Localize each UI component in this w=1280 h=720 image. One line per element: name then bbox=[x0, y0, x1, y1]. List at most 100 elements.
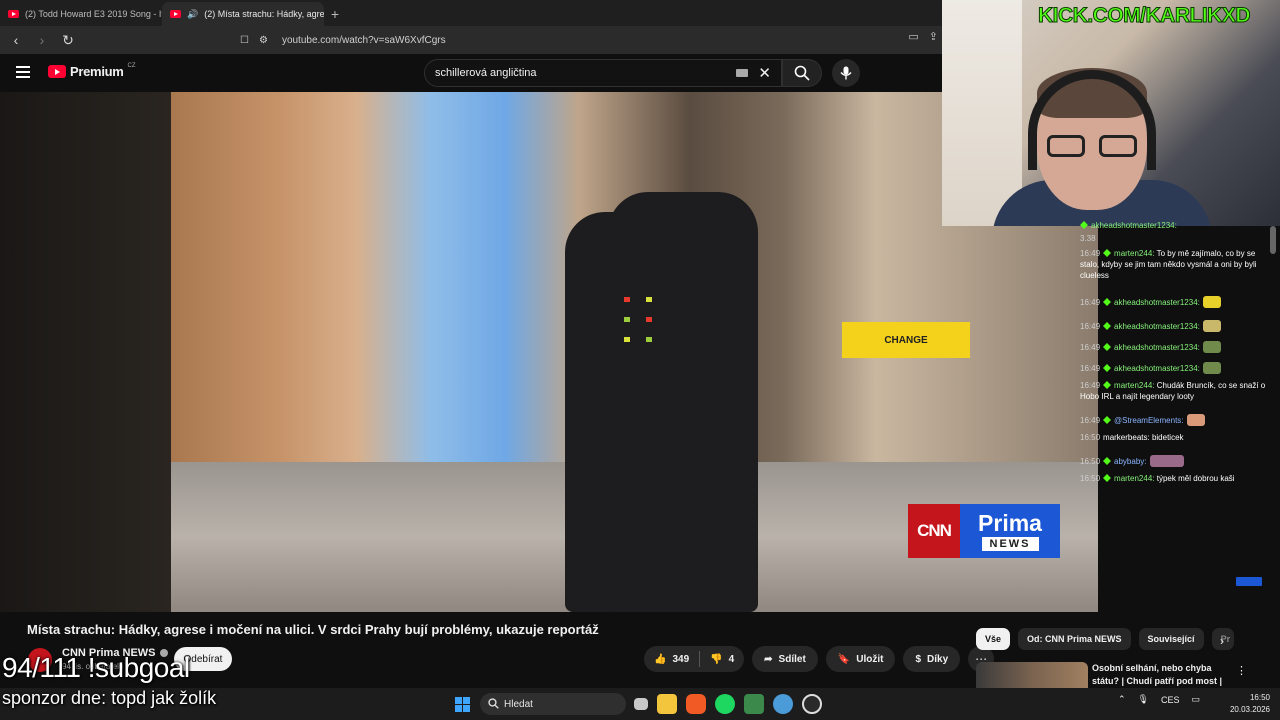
chat-badge-icon bbox=[1103, 416, 1111, 424]
address-bar[interactable]: ☐ ⚙ youtube.com/watch?v=saW6XvfCgrs bbox=[240, 30, 930, 50]
subgoal-overlay: 94/111 !subgoal bbox=[2, 652, 190, 683]
file-explorer-icon[interactable] bbox=[657, 694, 677, 714]
brave-browser-icon[interactable] bbox=[686, 694, 706, 714]
recommended-menu-icon[interactable]: ⋮ bbox=[1236, 664, 1247, 677]
chat-message: akheadshotmaster1234: bbox=[1080, 220, 1270, 231]
logo-text: Premium bbox=[70, 64, 124, 79]
toolbar-actions: ▭ ⇪ bbox=[908, 30, 938, 43]
microphone-icon[interactable]: 🎙 bbox=[1138, 694, 1149, 705]
chat-username: markerbeats: bbox=[1103, 433, 1150, 442]
reload-button[interactable]: ↻ bbox=[58, 30, 78, 50]
chat-scrollbar[interactable] bbox=[1270, 226, 1276, 254]
taskbar-search[interactable]: Hledat bbox=[480, 693, 626, 715]
voice-search-button[interactable] bbox=[832, 59, 860, 87]
microphone-icon bbox=[840, 66, 852, 80]
keyboard-icon[interactable] bbox=[736, 69, 749, 77]
windows-start-icon[interactable] bbox=[455, 697, 470, 712]
chat-time: 16:49 bbox=[1080, 416, 1101, 425]
task-view-icon[interactable] bbox=[634, 698, 648, 710]
vest-light bbox=[646, 317, 652, 322]
spotify-icon[interactable] bbox=[715, 694, 735, 714]
clear-search-icon[interactable]: ✕ bbox=[758, 64, 771, 82]
chat-time: 16:50 bbox=[1080, 474, 1101, 483]
site-info-icon[interactable]: ⚙ bbox=[259, 35, 268, 46]
cnn-prima-mini-logo bbox=[1236, 577, 1262, 586]
chat-message: 16:50 marten244: týpek měl dobrou kaši bbox=[1080, 473, 1270, 484]
speaker-icon[interactable]: 🔊 bbox=[187, 9, 198, 20]
share-page-icon[interactable]: ⇪ bbox=[929, 30, 938, 43]
language-indicator[interactable]: CES bbox=[1161, 695, 1180, 705]
app-icon[interactable] bbox=[744, 694, 764, 714]
tray-overflow-icon[interactable]: ⌃ bbox=[1118, 694, 1126, 705]
share-label: Sdílet bbox=[778, 653, 806, 665]
chat-message: 16:49 akheadshotmaster1234: bbox=[1080, 296, 1270, 308]
bookmark-icon: 🔖 bbox=[837, 653, 851, 665]
chat-emote-icon bbox=[1186, 414, 1205, 426]
chat-time: 3.38 bbox=[1080, 234, 1096, 243]
chevron-right-icon[interactable]: › bbox=[1220, 634, 1224, 648]
chat-message: 16:49 akheadshotmaster1234: bbox=[1080, 341, 1270, 353]
like-button[interactable]: 👍 349 bbox=[644, 646, 699, 672]
share-button[interactable]: ➦ Sdílet bbox=[752, 646, 818, 672]
new-tab-button[interactable]: + bbox=[324, 2, 346, 26]
chat-emote-icon bbox=[1202, 320, 1221, 332]
chip-from-channel[interactable]: Od: CNN Prima NEWS bbox=[1018, 628, 1131, 650]
chat-message: 16:50 markerbeats: bideticek bbox=[1080, 432, 1270, 443]
chip-related[interactable]: Související bbox=[1138, 628, 1204, 650]
recommended-thumbnail[interactable] bbox=[976, 662, 1088, 688]
chat-time: 16:49 bbox=[1080, 381, 1101, 390]
chat-message: 3.38 bbox=[1080, 233, 1270, 244]
dislike-count: 4 bbox=[728, 653, 735, 665]
chat-badge-icon bbox=[1103, 381, 1111, 389]
like-dislike-group: 👍 349 👎 4 bbox=[644, 646, 745, 672]
dislike-button[interactable]: 👎 4 bbox=[700, 646, 744, 672]
browser-tab[interactable]: (2) Todd Howard E3 2019 Song - It Ju bbox=[0, 2, 162, 26]
hamburger-menu-icon[interactable] bbox=[16, 66, 30, 78]
obs-icon[interactable] bbox=[802, 694, 822, 714]
chat-text: týpek měl dobrou kaši bbox=[1156, 474, 1235, 483]
search-button[interactable] bbox=[782, 59, 822, 87]
chat-message: 16:49 akheadshotmaster1234: bbox=[1080, 362, 1270, 374]
chip-all[interactable]: Vše bbox=[976, 628, 1011, 650]
chat-username: @StreamElements: bbox=[1114, 416, 1184, 425]
cnn-prima-news-logo: CNN Prima NEWS bbox=[908, 504, 1060, 558]
webcam-background bbox=[942, 0, 1022, 226]
shop-sign: CHANGE bbox=[842, 322, 970, 358]
system-tray: ⌃ 🎙 CES ▭ bbox=[1118, 694, 1200, 705]
taskbar-search-label: Hledat bbox=[504, 698, 533, 710]
police-officer-figure bbox=[608, 192, 758, 612]
chat-badge-icon bbox=[1103, 343, 1111, 351]
chat-message: 16:49 akheadshotmaster1234: bbox=[1080, 320, 1270, 332]
chat-badge-icon bbox=[1103, 457, 1111, 465]
thanks-button[interactable]: $ Díky bbox=[903, 646, 961, 672]
thumbs-up-icon: 👍 bbox=[654, 653, 667, 665]
picture-in-picture-icon[interactable]: ▭ bbox=[908, 30, 918, 43]
search-input[interactable]: schillerová angličtina ✕ bbox=[424, 59, 782, 87]
like-count: 349 bbox=[672, 653, 690, 665]
forward-button[interactable]: › bbox=[32, 30, 52, 50]
browser-tab-active[interactable]: 🔊 (2) Místa strachu: Hádky, agre ✕ bbox=[162, 2, 324, 26]
prima-logo: Prima NEWS bbox=[960, 504, 1060, 558]
taskbar-clock[interactable]: 16:50 20.03.2026 bbox=[1226, 692, 1270, 716]
share-icon: ➦ bbox=[764, 653, 773, 665]
vest-light bbox=[624, 337, 630, 342]
chat-badge-icon bbox=[1103, 298, 1111, 306]
tab-label: (2) Místa strachu: Hádky, agre bbox=[204, 9, 324, 19]
search-query: schillerová angličtina bbox=[435, 67, 537, 79]
ccleaner-icon[interactable] bbox=[773, 694, 793, 714]
url-text: youtube.com/watch?v=saW6XvfCgrs bbox=[281, 34, 446, 46]
youtube-premium-logo[interactable]: Premium CZ bbox=[48, 63, 136, 79]
chat-time: 16:49 bbox=[1080, 343, 1101, 352]
prima-text: Prima bbox=[978, 509, 1042, 536]
bookmark-icon[interactable]: ☐ bbox=[240, 35, 249, 46]
chat-time: 16:49 bbox=[1080, 364, 1101, 373]
back-button[interactable]: ‹ bbox=[6, 30, 26, 50]
video-player[interactable]: CHANGE CNN Prima NEWS bbox=[0, 92, 1098, 612]
save-label: Uložit bbox=[856, 653, 884, 665]
chat-time: 16:50 bbox=[1080, 433, 1101, 442]
network-icon[interactable]: ▭ bbox=[1192, 694, 1201, 705]
chat-username: akheadshotmaster1234: bbox=[1114, 364, 1200, 373]
chat-username: marten244: bbox=[1114, 381, 1155, 390]
save-button[interactable]: 🔖 Uložit bbox=[825, 646, 896, 672]
chat-message: 16:49 marten244: To by mě zajímalo, co by… bbox=[1080, 248, 1270, 281]
